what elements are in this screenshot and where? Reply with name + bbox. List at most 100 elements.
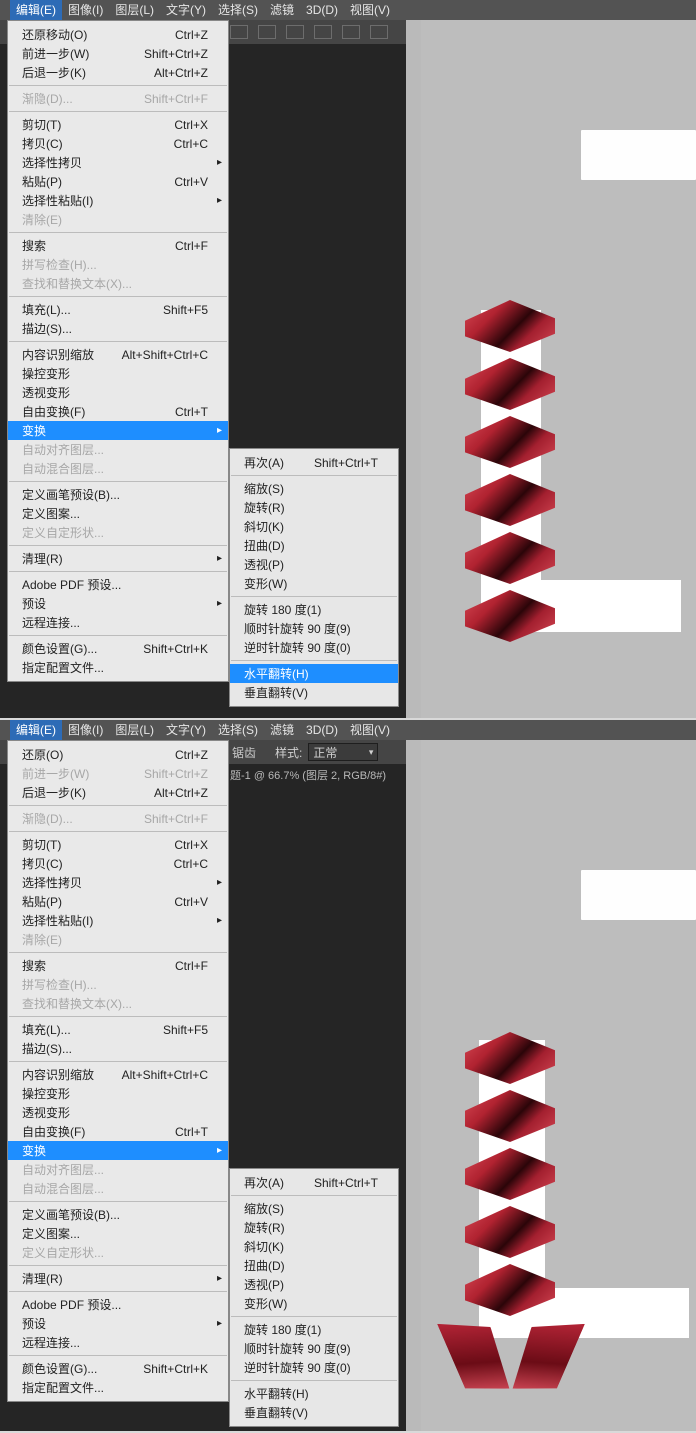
menu-item[interactable]: Adobe PDF 预设... xyxy=(8,575,228,594)
submenu-item[interactable]: 顺时针旋转 90 度(9) xyxy=(230,619,398,638)
menu-item[interactable]: 操控变形 xyxy=(8,1084,228,1103)
menubar-item[interactable]: 文字(Y) xyxy=(160,0,212,20)
submenu-item[interactable]: 顺时针旋转 90 度(9) xyxy=(230,1339,398,1358)
menu-item[interactable]: 颜色设置(G)...Shift+Ctrl+K xyxy=(8,639,228,658)
menu-item[interactable]: 定义图案... xyxy=(8,1224,228,1243)
menu-item[interactable]: 透视变形 xyxy=(8,1103,228,1122)
submenu-item[interactable]: 扭曲(D) xyxy=(230,1256,398,1275)
document-tab[interactable]: 题-1 @ 66.7% (图层 2, RGB/8#) xyxy=(230,764,386,786)
menubar-item[interactable]: 图像(I) xyxy=(62,0,109,20)
submenu-item[interactable]: 水平翻转(H) xyxy=(230,664,398,683)
menu-item[interactable]: 选择性粘贴(I)▸ xyxy=(8,911,228,930)
submenu-item[interactable]: 扭曲(D) xyxy=(230,536,398,555)
menu-item[interactable]: 内容识别缩放Alt+Shift+Ctrl+C xyxy=(8,1065,228,1084)
menu-item[interactable]: 前进一步(W)Shift+Ctrl+Z xyxy=(8,44,228,63)
menu-item[interactable]: 指定配置文件... xyxy=(8,1378,228,1397)
menu-item[interactable]: 选择性拷贝▸ xyxy=(8,153,228,172)
menu-item[interactable]: 剪切(T)Ctrl+X xyxy=(8,835,228,854)
align-icon[interactable] xyxy=(314,25,332,39)
submenu-item[interactable]: 水平翻转(H) xyxy=(230,1384,398,1403)
submenu-item[interactable]: 再次(A)Shift+Ctrl+T xyxy=(230,453,398,472)
menu-item[interactable]: 自由变换(F)Ctrl+T xyxy=(8,1122,228,1141)
submenu-item[interactable]: 缩放(S) xyxy=(230,479,398,498)
menu-item[interactable]: 描边(S)... xyxy=(8,1039,228,1058)
menu-item[interactable]: 还原移动(O)Ctrl+Z xyxy=(8,25,228,44)
menu-item[interactable]: 预设▸ xyxy=(8,1314,228,1333)
menu-item[interactable]: 填充(L)...Shift+F5 xyxy=(8,1020,228,1039)
menu-item[interactable]: 变换▸ xyxy=(8,1141,228,1160)
submenu-item[interactable]: 垂直翻转(V) xyxy=(230,1403,398,1422)
submenu-item[interactable]: 透视(P) xyxy=(230,1275,398,1294)
submenu-item[interactable]: 旋转(R) xyxy=(230,498,398,517)
submenu-item[interactable]: 变形(W) xyxy=(230,574,398,593)
menubar-item[interactable]: 图层(L) xyxy=(109,720,160,740)
align-icon[interactable] xyxy=(370,25,388,39)
submenu-item[interactable]: 斜切(K) xyxy=(230,517,398,536)
submenu-item[interactable]: 逆时针旋转 90 度(0) xyxy=(230,638,398,657)
menubar-item[interactable]: 编辑(E) xyxy=(10,720,62,740)
menubar-item[interactable]: 视图(V) xyxy=(344,720,396,740)
align-icon[interactable] xyxy=(230,25,248,39)
menubar-item[interactable]: 图层(L) xyxy=(109,0,160,20)
align-icon[interactable] xyxy=(258,25,276,39)
menu-item[interactable]: 拷贝(C)Ctrl+C xyxy=(8,134,228,153)
style-select[interactable]: 正常 ▾ xyxy=(308,743,378,761)
menu-item[interactable]: 粘贴(P)Ctrl+V xyxy=(8,172,228,191)
align-icon[interactable] xyxy=(286,25,304,39)
menu-item[interactable]: 定义画笔预设(B)... xyxy=(8,1205,228,1224)
menu-item[interactable]: Adobe PDF 预设... xyxy=(8,1295,228,1314)
menu-item[interactable]: 操控变形 xyxy=(8,364,228,383)
transform-submenu[interactable]: 再次(A)Shift+Ctrl+T 缩放(S)旋转(R)斜切(K)扭曲(D)透视(… xyxy=(229,1168,399,1427)
submenu-item[interactable]: 透视(P) xyxy=(230,555,398,574)
menu-item[interactable]: 变换▸ xyxy=(8,421,228,440)
menu-item[interactable]: 粘贴(P)Ctrl+V xyxy=(8,892,228,911)
menu-item-label: 透视变形 xyxy=(22,384,70,401)
menu-item[interactable]: 搜索Ctrl+F xyxy=(8,236,228,255)
menu-item[interactable]: 内容识别缩放Alt+Shift+Ctrl+C xyxy=(8,345,228,364)
menubar-item[interactable]: 滤镜 xyxy=(264,0,300,20)
menubar-item[interactable]: 选择(S) xyxy=(212,0,264,20)
menu-item[interactable]: 定义图案... xyxy=(8,504,228,523)
menu-item[interactable]: 预设▸ xyxy=(8,594,228,613)
edit-menu[interactable]: 还原移动(O)Ctrl+Z前进一步(W)Shift+Ctrl+Z后退一步(K)A… xyxy=(7,20,229,682)
menubar-item[interactable]: 图像(I) xyxy=(62,720,109,740)
submenu-item[interactable]: 旋转 180 度(1) xyxy=(230,1320,398,1339)
menu-item[interactable]: 选择性拷贝▸ xyxy=(8,873,228,892)
menu-item[interactable]: 选择性粘贴(I)▸ xyxy=(8,191,228,210)
submenu-item[interactable]: 旋转 180 度(1) xyxy=(230,600,398,619)
menu-item[interactable]: 后退一步(K)Alt+Ctrl+Z xyxy=(8,63,228,82)
menubar-item[interactable]: 选择(S) xyxy=(212,720,264,740)
submenu-item[interactable]: 斜切(K) xyxy=(230,1237,398,1256)
menu-item[interactable]: 描边(S)... xyxy=(8,319,228,338)
menubar-item[interactable]: 视图(V) xyxy=(344,0,396,20)
submenu-item[interactable]: 再次(A)Shift+Ctrl+T xyxy=(230,1173,398,1192)
menubar-item[interactable]: 文字(Y) xyxy=(160,720,212,740)
menu-item[interactable]: 远程连接... xyxy=(8,613,228,632)
submenu-item[interactable]: 缩放(S) xyxy=(230,1199,398,1218)
submenu-item[interactable]: 变形(W) xyxy=(230,1294,398,1313)
menubar-item[interactable]: 滤镜 xyxy=(264,720,300,740)
edit-menu[interactable]: 还原(O)Ctrl+Z前进一步(W)Shift+Ctrl+Z后退一步(K)Alt… xyxy=(7,740,229,1402)
menu-item[interactable]: 还原(O)Ctrl+Z xyxy=(8,745,228,764)
submenu-item[interactable]: 旋转(R) xyxy=(230,1218,398,1237)
menu-item[interactable]: 颜色设置(G)...Shift+Ctrl+K xyxy=(8,1359,228,1378)
menu-item[interactable]: 清理(R)▸ xyxy=(8,1269,228,1288)
menubar-item[interactable]: 编辑(E) xyxy=(10,0,62,20)
menu-item[interactable]: 清理(R)▸ xyxy=(8,549,228,568)
menu-item[interactable]: 指定配置文件... xyxy=(8,658,228,677)
submenu-item[interactable]: 逆时针旋转 90 度(0) xyxy=(230,1358,398,1377)
menu-item[interactable]: 搜索Ctrl+F xyxy=(8,956,228,975)
transform-submenu[interactable]: 再次(A)Shift+Ctrl+T 缩放(S)旋转(R)斜切(K)扭曲(D)透视(… xyxy=(229,448,399,707)
menu-item[interactable]: 远程连接... xyxy=(8,1333,228,1352)
align-icon[interactable] xyxy=(342,25,360,39)
menu-item[interactable]: 拷贝(C)Ctrl+C xyxy=(8,854,228,873)
menu-item[interactable]: 后退一步(K)Alt+Ctrl+Z xyxy=(8,783,228,802)
menu-item[interactable]: 剪切(T)Ctrl+X xyxy=(8,115,228,134)
submenu-item[interactable]: 垂直翻转(V) xyxy=(230,683,398,702)
menu-item[interactable]: 定义画笔预设(B)... xyxy=(8,485,228,504)
menu-item[interactable]: 自由变换(F)Ctrl+T xyxy=(8,402,228,421)
menu-item[interactable]: 填充(L)...Shift+F5 xyxy=(8,300,228,319)
menubar-item[interactable]: 3D(D) xyxy=(300,720,344,740)
menubar-item[interactable]: 3D(D) xyxy=(300,0,344,20)
menu-item[interactable]: 透视变形 xyxy=(8,383,228,402)
